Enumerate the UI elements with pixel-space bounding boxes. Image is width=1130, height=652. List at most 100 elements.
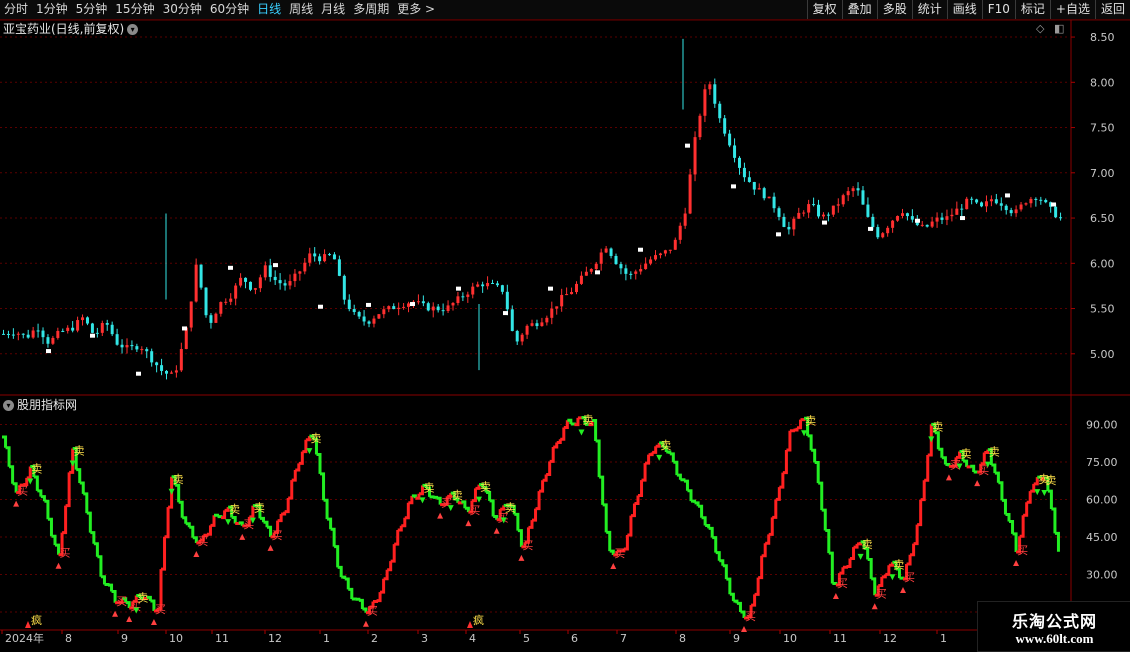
candle-body — [135, 346, 138, 349]
candle-body — [288, 281, 291, 285]
buy-signal-label: 买 — [60, 547, 71, 560]
indicator-step — [80, 483, 84, 494]
candle-body — [837, 204, 840, 205]
indicator-step — [51, 536, 55, 545]
buy-arrow-icon — [974, 480, 980, 486]
candle-body — [111, 325, 114, 334]
indicator-step — [695, 503, 699, 506]
indicator-step — [461, 502, 465, 508]
indicator-step — [69, 449, 73, 473]
sell-arrow-icon — [419, 497, 425, 503]
indicator-step — [207, 525, 211, 534]
sell-signal-label: 卖 — [310, 432, 321, 445]
time-tick-label: 9 — [121, 632, 128, 645]
indicator-step — [691, 501, 695, 503]
position-marker — [318, 305, 323, 309]
indicator-step — [797, 420, 801, 428]
info-column-strip — [1119, 22, 1130, 394]
indicator-step — [673, 462, 677, 475]
indicator-step — [610, 551, 614, 555]
candle-body — [866, 205, 869, 217]
candle-body — [531, 323, 534, 326]
sell-signal-label: 卖 — [989, 446, 1000, 459]
indicator-step — [338, 567, 342, 577]
sell-signal-label: 卖 — [254, 502, 265, 515]
indicator-step — [631, 503, 635, 515]
candle-body — [214, 314, 217, 323]
indicator-step — [285, 498, 289, 512]
indicator-panel-title: ▾股朋指标网 — [3, 397, 77, 413]
candle-body — [911, 216, 914, 220]
candle-body — [234, 286, 237, 299]
indicator-step — [112, 591, 116, 602]
candle-body — [861, 190, 864, 204]
indicator-step — [871, 579, 875, 595]
indicator-step — [716, 553, 720, 561]
window-icon[interactable]: ◧ — [1054, 22, 1064, 35]
indicator-step — [334, 547, 338, 568]
candle-body — [249, 282, 252, 290]
time-tick-label: 2024年 — [5, 631, 44, 645]
candle-body — [694, 137, 697, 174]
price-tick-label: 5.00 — [1090, 348, 1115, 361]
diamond-icon[interactable]: ◇ — [1036, 22, 1044, 35]
indicator-step — [161, 537, 165, 569]
indicator-step — [292, 470, 296, 480]
indicator-step — [401, 518, 405, 526]
indicator-step — [23, 478, 27, 485]
candle-body — [12, 335, 15, 336]
indicator-step — [108, 585, 112, 591]
indicator-step — [963, 461, 967, 467]
chevron-down-icon[interactable]: ▾ — [127, 24, 138, 35]
candle-body — [22, 334, 25, 335]
indicator-step — [938, 449, 942, 457]
sell-signal-label: 卖 — [229, 503, 240, 516]
position-marker — [638, 248, 643, 252]
candle-body — [516, 331, 519, 341]
time-tick-label: 9 — [733, 632, 740, 645]
position-marker — [456, 287, 461, 291]
sell-signal-label: 卖 — [805, 414, 816, 427]
indicator-step — [1048, 491, 1052, 509]
buy-arrow-icon — [872, 603, 878, 609]
candle-body — [486, 283, 489, 286]
candle-body — [1010, 210, 1013, 213]
candle-body — [931, 222, 934, 227]
indicator-step — [1051, 509, 1055, 533]
candle-body — [778, 208, 781, 217]
buy-arrow-icon — [741, 626, 747, 632]
buy-signal-label: 买 — [272, 529, 283, 542]
candle-body — [580, 276, 583, 284]
candle-body — [363, 317, 366, 322]
candle-body — [782, 217, 785, 227]
buy-arrow-icon — [151, 619, 157, 625]
indicator-step — [550, 447, 554, 461]
candle-body — [590, 269, 593, 272]
candle-body — [313, 253, 316, 256]
candle-body — [125, 345, 128, 347]
candle-body — [447, 305, 450, 311]
candle-body — [802, 213, 805, 214]
position-marker — [46, 349, 51, 353]
time-tick-label: 11 — [833, 632, 847, 645]
candle-body — [81, 317, 84, 320]
indicator-step — [1013, 534, 1017, 552]
crazy-signal-label: 疯 — [473, 613, 484, 627]
indicator-step — [94, 544, 98, 557]
indicator-step — [998, 483, 1002, 501]
buy-signal-label: 买 — [197, 535, 208, 548]
candle-body — [941, 218, 944, 220]
indicator-step — [101, 577, 105, 585]
indicator-step — [642, 463, 646, 480]
candle-body — [328, 254, 331, 255]
candle-body — [565, 294, 568, 295]
indicator-step — [6, 448, 10, 467]
candle-body — [926, 225, 929, 227]
candle-body — [965, 199, 968, 209]
indicator-step — [327, 519, 331, 529]
candle-body — [27, 335, 30, 338]
price-tick-label: 7.50 — [1090, 122, 1115, 135]
indicator-step — [179, 502, 183, 517]
chevron-down-icon[interactable]: ▾ — [3, 400, 14, 411]
indicator-step — [37, 491, 41, 497]
